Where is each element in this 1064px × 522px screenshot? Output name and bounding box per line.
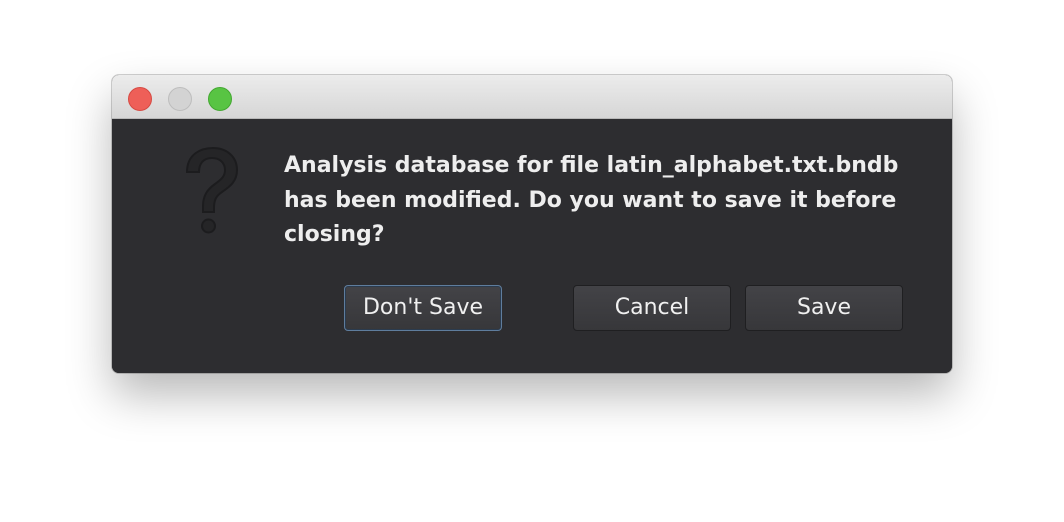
dialog-content: Analysis database for file latin_alphabe… bbox=[112, 119, 952, 373]
title-bar bbox=[112, 75, 952, 119]
save-changes-dialog: Analysis database for file latin_alphabe… bbox=[112, 75, 952, 373]
dont-save-button[interactable]: Don't Save bbox=[344, 285, 502, 331]
close-window-button[interactable] bbox=[128, 87, 152, 111]
screen-background: Analysis database for file latin_alphabe… bbox=[0, 0, 1064, 522]
question-mark-icon bbox=[185, 146, 239, 234]
minimize-window-button[interactable] bbox=[168, 87, 192, 111]
zoom-window-button[interactable] bbox=[208, 87, 232, 111]
save-button[interactable]: Save bbox=[745, 285, 903, 331]
dialog-message: Analysis database for file latin_alphabe… bbox=[284, 153, 899, 247]
cancel-button[interactable]: Cancel bbox=[573, 285, 731, 331]
